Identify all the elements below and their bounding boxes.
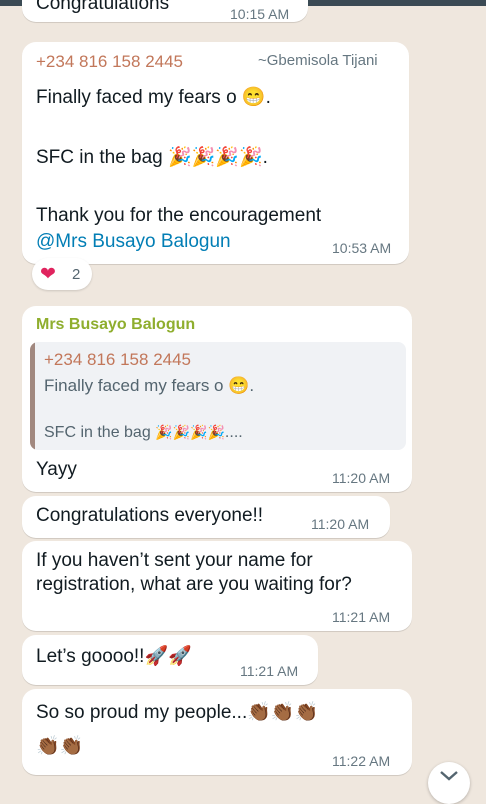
heart-icon: ❤ bbox=[40, 264, 56, 285]
quoted-line-sfc: SFC in the bag 🎉🎉🎉🎉.... bbox=[44, 424, 243, 441]
sender-contact-name: ~Gbemisola Tijani bbox=[258, 52, 378, 69]
message-bubble-busayo-reply[interactable]: Mrs Busayo Balogun +234 816 158 2445 Fin… bbox=[22, 306, 412, 492]
party-popper-emoji-icon: 🎉🎉🎉🎉 bbox=[155, 424, 225, 440]
reaction-badge[interactable]: ❤ 2 bbox=[32, 258, 92, 290]
message-time: 11:20 AM bbox=[332, 470, 391, 486]
message-time: 11:22 AM bbox=[332, 753, 391, 769]
message-emoji-line: 👏🏾👏🏾 bbox=[36, 735, 83, 759]
message-time: 11:21 AM bbox=[332, 609, 391, 625]
sender-name[interactable]: Mrs Busayo Balogun bbox=[36, 316, 195, 334]
message-text: Let’s goooo!!🚀🚀 bbox=[36, 646, 192, 667]
quote-accent-bar bbox=[30, 342, 35, 450]
message-time: 11:21 AM bbox=[240, 663, 299, 679]
message-bubble-lets-go[interactable]: Let’s goooo!!🚀🚀 11:21 AM bbox=[22, 635, 318, 685]
chevron-down-double-icon bbox=[440, 771, 458, 781]
message-line-thanks: Thank you for the encouragement bbox=[36, 205, 322, 226]
message-bubble-gbemisola[interactable]: +234 816 158 2445 ~Gbemisola Tijani Fina… bbox=[22, 42, 409, 264]
clapping-hands-emoji-icon: 👏🏾👏🏾👏🏾 bbox=[247, 702, 319, 723]
grin-emoji-icon: 😁 bbox=[228, 376, 250, 395]
quoted-message[interactable]: +234 816 158 2445 Finally faced my fears… bbox=[30, 342, 406, 450]
message-line: registration, what are you waiting for? bbox=[36, 574, 352, 595]
party-popper-emoji-icon: 🎉🎉🎉🎉 bbox=[168, 147, 263, 168]
message-time: 11:20 AM bbox=[311, 516, 370, 532]
message-line-sfc: SFC in the bag 🎉🎉🎉🎉. bbox=[36, 147, 268, 168]
message-bubble-registration[interactable]: If you haven’t sent your name for regist… bbox=[22, 541, 412, 631]
message-text: Congratulations bbox=[36, 0, 170, 14]
message-text: So so proud my people...👏🏾👏🏾👏🏾 bbox=[36, 702, 319, 723]
message-text: Congratulations everyone!! bbox=[36, 505, 264, 526]
message-text: Yayy bbox=[36, 459, 77, 480]
rocket-emoji-icon: 🚀🚀 bbox=[144, 646, 192, 667]
message-line: If you haven’t sent your name for bbox=[36, 550, 313, 571]
reaction-count: 2 bbox=[72, 266, 81, 283]
mention-link[interactable]: @Mrs Busayo Balogun bbox=[36, 230, 231, 254]
message-time: 10:15 AM bbox=[230, 6, 290, 22]
message-bubble-proud[interactable]: So so proud my people...👏🏾👏🏾👏🏾 👏🏾👏🏾 11:2… bbox=[22, 689, 412, 775]
message-bubble-congratulations-everyone[interactable]: Congratulations everyone!! 11:20 AM bbox=[22, 496, 390, 538]
grin-emoji-icon: 😁 bbox=[241, 87, 266, 108]
quoted-line-fears: Finally faced my fears o 😁. bbox=[44, 376, 255, 395]
scroll-to-bottom-button[interactable] bbox=[428, 762, 470, 804]
message-bubble-congratulations-partial[interactable]: Congratulations 10:15 AM bbox=[22, 0, 308, 22]
quoted-phone: +234 816 158 2445 bbox=[44, 350, 192, 369]
sender-phone[interactable]: +234 816 158 2445 bbox=[36, 52, 183, 72]
message-time: 10:53 AM bbox=[332, 240, 392, 256]
clapping-hands-emoji-icon: 👏🏾👏🏾 bbox=[36, 736, 84, 757]
message-line-fears: Finally faced my fears o 😁. bbox=[36, 87, 271, 108]
